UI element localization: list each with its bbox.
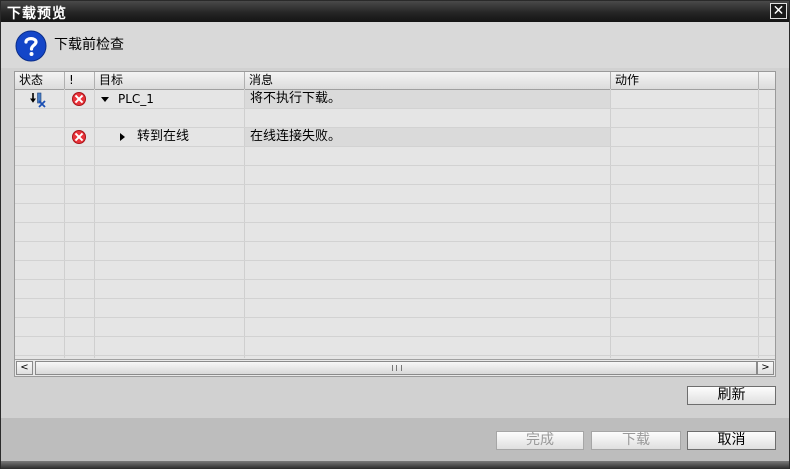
column-header-severity[interactable]: ! (65, 72, 95, 89)
error-icon (72, 130, 86, 144)
table-row (15, 337, 775, 356)
bottom-border (1, 461, 789, 469)
table-row (15, 223, 775, 242)
table-row (15, 185, 775, 204)
header-text: 下载前检查 (54, 37, 124, 53)
download-preview-dialog: 下载预览 ✕ 下载前检查 状态 ! 目标 消息 动作 PLC_1 将不执行下载。… (0, 0, 790, 469)
horizontal-scrollbar[interactable]: < > (15, 359, 775, 376)
table-row (15, 242, 775, 261)
scrollbar-thumb[interactable] (35, 361, 757, 375)
refresh-button[interactable]: 刷新 (687, 386, 776, 405)
table-row (15, 280, 775, 299)
question-icon (15, 30, 47, 62)
table-row (15, 261, 775, 280)
table-header: 状态 ! 目标 消息 动作 (15, 72, 775, 90)
column-header-status[interactable]: 状态 (15, 72, 65, 89)
message-cell: 在线连接失败。 (250, 129, 342, 144)
footer-panel: 完成 下载 取消 (1, 418, 789, 461)
table-row (15, 318, 775, 337)
cancel-button[interactable]: 取消 (687, 431, 776, 450)
target-cell: 转到在线 (137, 129, 190, 144)
window-title: 下载预览 (7, 6, 67, 22)
target-cell: PLC_1 (118, 92, 154, 106)
scroll-right-button[interactable]: > (757, 361, 774, 375)
table-row[interactable]: 转到在线 在线连接失败。 (15, 128, 775, 147)
table-row (15, 109, 775, 128)
download-error-icon (30, 92, 46, 108)
column-header-action[interactable]: 动作 (611, 72, 759, 89)
finish-button[interactable]: 完成 (496, 431, 584, 450)
header-panel: 下载前检查 (1, 22, 789, 68)
title-bar: 下载预览 ✕ (1, 1, 789, 22)
expanded-arrow-icon[interactable] (101, 97, 109, 102)
grip-icon (392, 365, 402, 371)
column-header-filler (759, 72, 775, 89)
collapsed-arrow-icon[interactable] (120, 133, 125, 141)
error-icon (72, 92, 86, 106)
table-row (15, 166, 775, 185)
table-row (15, 204, 775, 223)
check-results-table: 状态 ! 目标 消息 动作 PLC_1 将不执行下载。 转到在线 在线连接失败。… (14, 71, 776, 377)
close-button[interactable]: ✕ (770, 3, 787, 19)
message-cell: 将不执行下载。 (250, 91, 342, 106)
table-row (15, 147, 775, 166)
table-row[interactable]: PLC_1 将不执行下载。 (15, 90, 775, 109)
table-row (15, 299, 775, 318)
column-header-target[interactable]: 目标 (95, 72, 245, 89)
scroll-left-button[interactable]: < (16, 361, 33, 375)
column-header-message[interactable]: 消息 (245, 72, 611, 89)
content-panel: 状态 ! 目标 消息 动作 PLC_1 将不执行下载。 转到在线 在线连接失败。… (1, 68, 789, 418)
download-button[interactable]: 下载 (591, 431, 681, 450)
